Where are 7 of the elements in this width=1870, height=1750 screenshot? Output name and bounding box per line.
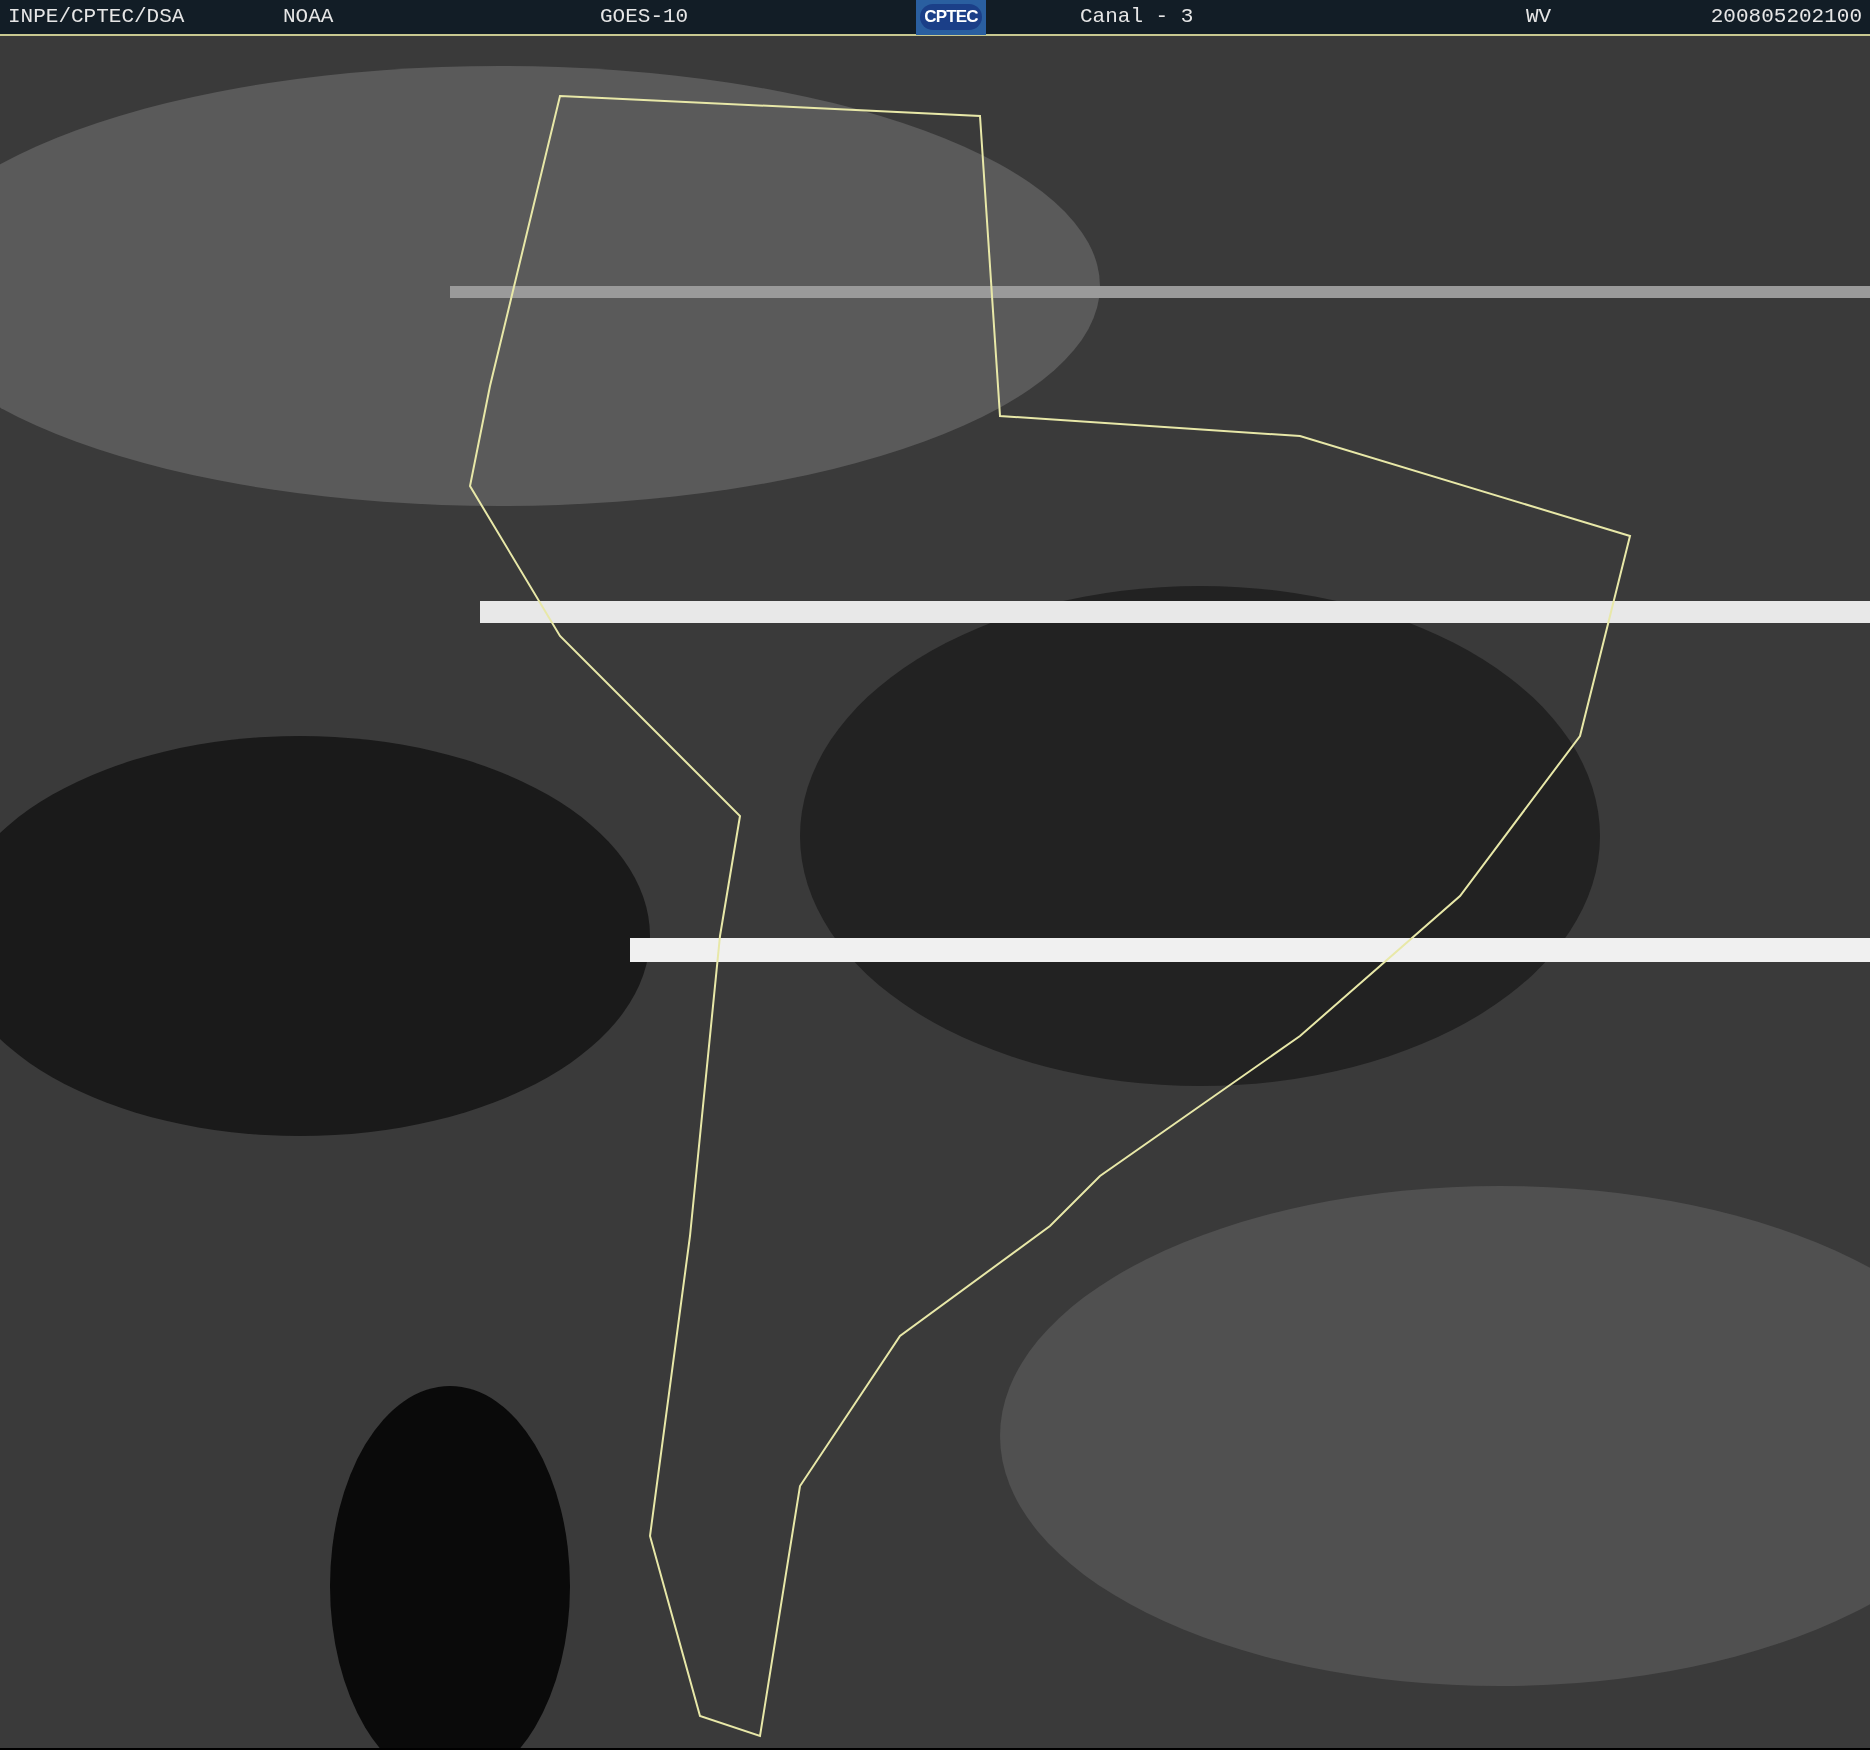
- source-label: INPE/CPTEC/DSA: [8, 4, 186, 31]
- logo-text: CPTEC: [920, 4, 982, 30]
- agency-label: NOAA: [283, 4, 335, 31]
- channel-label: Canal - 3: [1080, 4, 1195, 31]
- timestamp-label: 200805202100: [1710, 4, 1862, 31]
- satellite-label: GOES-10: [600, 4, 690, 31]
- band-label: WV: [1526, 4, 1553, 31]
